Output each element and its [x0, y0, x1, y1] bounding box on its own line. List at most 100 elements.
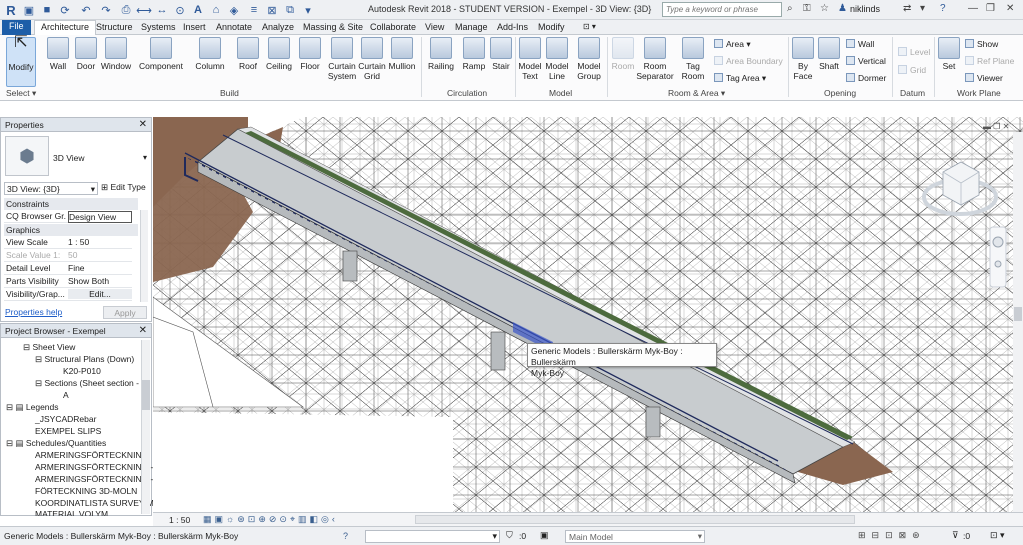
editable-only-icon[interactable]: ⛉: [506, 530, 513, 541]
tab-analyze[interactable]: Analyze: [262, 21, 294, 35]
tab-structure[interactable]: Structure: [96, 21, 133, 35]
tree-item[interactable]: ARMERINGSFÖRTECKNING: [35, 450, 148, 460]
property-row[interactable]: Parts Visibility Show Both: [4, 275, 132, 288]
stair-button[interactable]: Stair: [489, 37, 513, 71]
panel-select[interactable]: Select ▾: [6, 88, 36, 99]
tag-area-button[interactable]: Tag Area ▾: [714, 73, 766, 84]
search-input[interactable]: [662, 2, 782, 17]
property-row[interactable]: Detail Level Fine: [4, 262, 132, 275]
tab-view[interactable]: View: [425, 21, 444, 35]
model-line-button[interactable]: Model Line: [545, 37, 569, 81]
tree-item[interactable]: KOORDINATLISTA SURVEY M: [35, 498, 154, 508]
column-button[interactable]: Column: [194, 37, 226, 71]
tree-item[interactable]: _JSYCADRebar: [35, 414, 96, 424]
tree-item[interactable]: A: [63, 390, 69, 400]
ramp-button[interactable]: Ramp: [461, 37, 487, 71]
subscription-icon[interactable]: ⚿: [803, 3, 811, 14]
tree-item[interactable]: ARMERINGSFÖRTECKNING -: [35, 474, 153, 484]
mullion-button[interactable]: Mullion: [387, 37, 417, 71]
section-constraints[interactable]: Constraints: [4, 198, 138, 210]
panel-room-area[interactable]: Room & Area ▾: [668, 88, 725, 99]
window-button[interactable]: Window: [100, 37, 132, 71]
tree-item[interactable]: MATERIAL VOLYM: [35, 509, 108, 516]
room-separator-button[interactable]: Room Separator: [636, 37, 674, 81]
view-selector[interactable]: 3D View: {3D} ▾: [4, 182, 98, 195]
close-icon[interactable]: ✕: [1006, 3, 1014, 14]
tree-item[interactable]: ⊟ ▤ Schedules/Quantities: [6, 438, 106, 449]
chevron-down-icon[interactable]: ▾: [920, 3, 925, 14]
shaft-button[interactable]: Shaft: [817, 37, 841, 71]
tree-item[interactable]: K20-P010: [63, 366, 101, 376]
floor-button[interactable]: Floor: [298, 37, 322, 71]
chevron-down-icon[interactable]: ▾: [143, 153, 147, 162]
tab-modify[interactable]: Modify: [538, 21, 565, 35]
grid-button[interactable]: Grid: [898, 65, 926, 75]
model-group-button[interactable]: Model Group: [574, 37, 604, 81]
open-icon[interactable]: ▣: [21, 2, 37, 18]
exchange-icon[interactable]: ⇄: [903, 3, 911, 14]
tree-item[interactable]: EXEMPEL SLIPS: [35, 426, 101, 436]
filter-dropdown-icon[interactable]: ⊡ ▾: [990, 530, 1005, 541]
3d-viewport[interactable]: ▬ ❐ ✕: [153, 117, 1023, 512]
curtain-system-button[interactable]: Curtain System: [327, 37, 357, 81]
tab-file[interactable]: File: [2, 20, 31, 35]
railing-button[interactable]: Railing: [427, 37, 455, 71]
model-canvas[interactable]: ▬ ❐ ✕: [153, 117, 1023, 512]
level-button[interactable]: Level: [898, 47, 930, 57]
tab-architecture[interactable]: Architecture: [34, 20, 97, 35]
curtain-grid-button[interactable]: Curtain Grid: [358, 37, 386, 81]
horizontal-scrollbar[interactable]: [415, 515, 855, 524]
username[interactable]: niklinds: [850, 4, 880, 14]
tab-add-ins[interactable]: Add-Ins: [497, 21, 528, 35]
text-icon[interactable]: A: [190, 2, 206, 18]
user-icon[interactable]: ♟: [838, 3, 847, 14]
3d-view-icon[interactable]: ⌂: [208, 2, 224, 18]
design-options-icon[interactable]: ▣: [540, 530, 549, 541]
area-button[interactable]: Area ▾: [714, 39, 751, 50]
properties-help-link[interactable]: Properties help: [5, 307, 62, 317]
tab-insert[interactable]: Insert: [183, 21, 206, 35]
show-button[interactable]: Show: [965, 39, 998, 49]
binoculars-icon[interactable]: ⌕: [787, 3, 793, 14]
browser-scrollbar[interactable]: [141, 340, 150, 514]
modify-button[interactable]: ⇱ Modify: [6, 35, 36, 87]
property-row[interactable]: CQ Browser Gr... Design View: [4, 210, 132, 223]
filter-icon[interactable]: ⊽: [952, 530, 959, 541]
tag-icon[interactable]: ⊙: [172, 2, 188, 18]
minimize-icon[interactable]: —: [968, 3, 978, 14]
close-icon[interactable]: ✕: [139, 119, 147, 130]
measure-icon[interactable]: ⟷: [136, 2, 152, 18]
roof-button[interactable]: Roof: [235, 37, 261, 71]
redo-icon[interactable]: ↷: [98, 2, 114, 18]
view-scale[interactable]: 1 : 50: [169, 515, 190, 525]
property-row[interactable]: Visibility/Grap... Edit...: [4, 288, 132, 301]
area-boundary-button[interactable]: Area Boundary: [714, 56, 783, 66]
dormer-button[interactable]: Dormer: [846, 73, 886, 83]
by-face-button[interactable]: By Face: [792, 37, 814, 81]
door-button[interactable]: Door: [74, 37, 98, 71]
thin-lines-icon[interactable]: ≡: [246, 2, 262, 18]
apply-button[interactable]: Apply: [103, 306, 147, 319]
maximize-icon[interactable]: ❐: [986, 3, 995, 14]
vertical-opening-button[interactable]: Vertical: [846, 56, 886, 66]
ribbon-minimize-icon[interactable]: ⊡ ▾: [583, 21, 596, 35]
wall-opening-button[interactable]: Wall: [846, 39, 874, 49]
help-icon[interactable]: ?: [343, 531, 348, 541]
property-row[interactable]: View Scale 1 : 50: [4, 236, 132, 249]
save-icon[interactable]: ■: [39, 2, 55, 18]
wall-button[interactable]: Wall: [45, 37, 71, 71]
tree-item[interactable]: ARMERINGSFÖRTECKNING -: [35, 462, 153, 472]
selection-icons[interactable]: ⊞⊟⊡⊠⊛: [858, 530, 926, 541]
tree-item[interactable]: ⊟ Structural Plans (Down): [35, 354, 134, 365]
component-button[interactable]: Component: [138, 37, 184, 71]
viewer-button[interactable]: Viewer: [965, 73, 1003, 83]
design-option-dropdown[interactable]: Main Model ▾: [565, 530, 705, 543]
model-text-button[interactable]: Model Text: [517, 37, 543, 81]
tree-item[interactable]: ⊟ Sheet View: [23, 342, 75, 353]
tab-manage[interactable]: Manage: [455, 21, 488, 35]
type-name[interactable]: 3D View: [53, 153, 85, 163]
section-icon[interactable]: ◈: [226, 2, 242, 18]
dimension-icon[interactable]: ↔: [154, 2, 170, 18]
switch-windows-icon[interactable]: ⧉: [282, 2, 298, 18]
workset-dropdown[interactable]: ▾: [365, 530, 500, 543]
